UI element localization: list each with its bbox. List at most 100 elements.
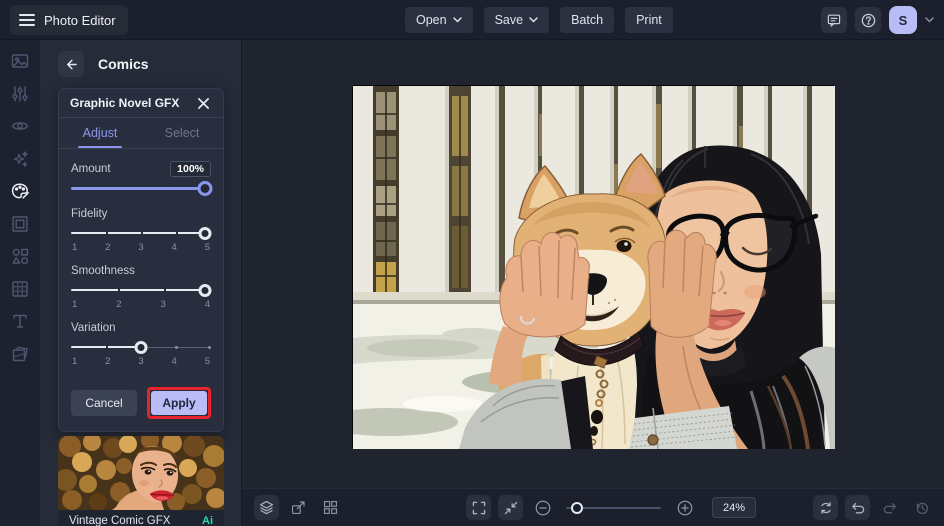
rail-item-artsy[interactable] bbox=[9, 181, 31, 201]
effect-thumbnail bbox=[58, 436, 224, 510]
app-title: Photo Editor bbox=[44, 12, 116, 28]
batch-button[interactable]: Batch bbox=[560, 7, 615, 33]
rail-item-adjust[interactable] bbox=[9, 84, 31, 104]
rail-item-edit[interactable] bbox=[9, 51, 31, 71]
grid-view-button[interactable] bbox=[318, 495, 343, 520]
main-menu-button[interactable]: Photo Editor bbox=[10, 5, 128, 35]
zoom-slider[interactable] bbox=[566, 501, 661, 515]
redo-button[interactable] bbox=[877, 495, 902, 520]
fit-screen-button[interactable] bbox=[498, 495, 523, 520]
resize-export-icon bbox=[291, 501, 305, 515]
canvas-area[interactable] bbox=[242, 40, 944, 488]
amount-slider[interactable] bbox=[71, 181, 213, 196]
fullscreen-icon bbox=[472, 501, 485, 514]
layers-icon bbox=[259, 500, 274, 515]
variation-label: Variation bbox=[71, 321, 116, 334]
history-icon bbox=[916, 502, 928, 514]
dialog-actions: Cancel Apply bbox=[59, 379, 223, 431]
sparkles-icon bbox=[13, 150, 28, 167]
effect-card-vintage-comic[interactable]: Vintage Comic GFX Ai bbox=[58, 436, 224, 526]
chevron-down-icon bbox=[925, 17, 934, 23]
dialog-body: Amount 100% Fidelity 1 2 3 4 5 Smoothnes… bbox=[59, 149, 223, 379]
print-button[interactable]: Print bbox=[625, 7, 673, 33]
shapes-icon bbox=[12, 248, 29, 265]
effect-name: Vintage Comic GFX bbox=[69, 515, 171, 526]
variation-ticks: 1 2 3 4 5 bbox=[72, 356, 210, 367]
canvas-image[interactable] bbox=[352, 85, 835, 449]
rail-item-overlays[interactable] bbox=[9, 279, 31, 299]
fidelity-slider-handle[interactable] bbox=[198, 227, 212, 240]
fit-screen-icon bbox=[504, 501, 517, 514]
text-icon bbox=[13, 314, 27, 328]
open-button[interactable]: Open bbox=[405, 7, 473, 33]
fidelity-ticks: 1 2 3 4 5 bbox=[72, 242, 210, 253]
plus-circle-icon bbox=[677, 500, 692, 515]
image-icon bbox=[11, 54, 29, 68]
rail-item-touchup[interactable] bbox=[9, 116, 31, 136]
zoom-level-input[interactable]: 24% bbox=[712, 497, 756, 518]
batch-label: Batch bbox=[571, 13, 604, 27]
smoothness-slider-handle[interactable] bbox=[198, 284, 212, 297]
apply-annotation-highlight: Apply bbox=[147, 387, 211, 419]
palette-icon bbox=[11, 183, 29, 199]
minus-circle-icon bbox=[535, 500, 550, 515]
collage-icon bbox=[12, 346, 28, 361]
help-button[interactable] bbox=[855, 7, 881, 33]
tab-adjust[interactable]: Adjust bbox=[59, 118, 141, 148]
amount-slider-handle[interactable] bbox=[197, 181, 213, 196]
slider-row-smoothness: Smoothness 1 2 3 4 bbox=[71, 261, 212, 310]
save-label: Save bbox=[494, 13, 524, 27]
close-icon bbox=[198, 97, 209, 109]
effect-label-bar: Vintage Comic GFX Ai bbox=[58, 510, 224, 526]
redo-icon bbox=[883, 502, 896, 513]
rail-item-layers[interactable] bbox=[9, 344, 31, 364]
undo-button[interactable] bbox=[845, 495, 870, 520]
variation-slider-handle[interactable] bbox=[134, 341, 148, 354]
zoom-out-button[interactable] bbox=[530, 495, 555, 520]
zoom-tools: 24% bbox=[466, 495, 756, 520]
history-tools bbox=[813, 495, 934, 520]
effects-panel: Comics Graphic Novel GFX Adjust Select A… bbox=[40, 40, 242, 526]
fidelity-slider[interactable] bbox=[71, 226, 212, 241]
slider-track bbox=[71, 186, 211, 190]
apply-button[interactable]: Apply bbox=[151, 391, 207, 415]
smoothness-slider[interactable] bbox=[71, 283, 212, 298]
reset-button[interactable] bbox=[813, 495, 838, 520]
open-label: Open bbox=[416, 13, 447, 27]
export-size-button[interactable] bbox=[286, 495, 311, 520]
grid-icon bbox=[323, 500, 338, 515]
zoom-in-button[interactable] bbox=[672, 495, 697, 520]
rail-item-frames[interactable] bbox=[9, 214, 31, 234]
graphic-novel-dialog: Graphic Novel GFX Adjust Select Amount 1… bbox=[58, 88, 224, 432]
avatar-initial: S bbox=[898, 12, 908, 28]
layers-button[interactable] bbox=[254, 495, 279, 520]
zoom-slider-handle[interactable] bbox=[571, 501, 584, 514]
history-button[interactable] bbox=[909, 495, 934, 520]
amount-value-box: 100% bbox=[170, 160, 211, 177]
account-menu-caret[interactable] bbox=[925, 17, 934, 23]
tab-select[interactable]: Select bbox=[141, 118, 223, 148]
feedback-button[interactable] bbox=[821, 7, 847, 33]
topbar-right: S bbox=[821, 6, 934, 34]
amount-label: Amount bbox=[71, 162, 111, 175]
cancel-button[interactable]: Cancel bbox=[71, 390, 137, 416]
variation-slider[interactable] bbox=[71, 340, 212, 355]
fullscreen-button[interactable] bbox=[466, 495, 491, 520]
close-button[interactable] bbox=[195, 95, 212, 112]
rail-item-text[interactable] bbox=[9, 311, 31, 331]
tool-rail bbox=[0, 40, 40, 526]
smoothness-label: Smoothness bbox=[71, 264, 135, 277]
rail-item-graphics[interactable] bbox=[9, 246, 31, 266]
avatar[interactable]: S bbox=[889, 6, 917, 34]
comment-icon bbox=[827, 14, 841, 27]
reset-icon bbox=[820, 501, 831, 514]
frame-icon bbox=[12, 215, 28, 232]
dialog-tabs: Adjust Select bbox=[59, 118, 223, 148]
slider-track bbox=[71, 289, 211, 291]
save-button[interactable]: Save bbox=[483, 7, 550, 33]
rail-item-effects[interactable] bbox=[9, 149, 31, 169]
back-button[interactable] bbox=[58, 51, 84, 77]
dialog-title: Graphic Novel GFX bbox=[70, 96, 180, 110]
sliders-icon bbox=[12, 85, 28, 102]
slider-row-variation: Variation 1 2 3 4 5 bbox=[71, 318, 212, 367]
